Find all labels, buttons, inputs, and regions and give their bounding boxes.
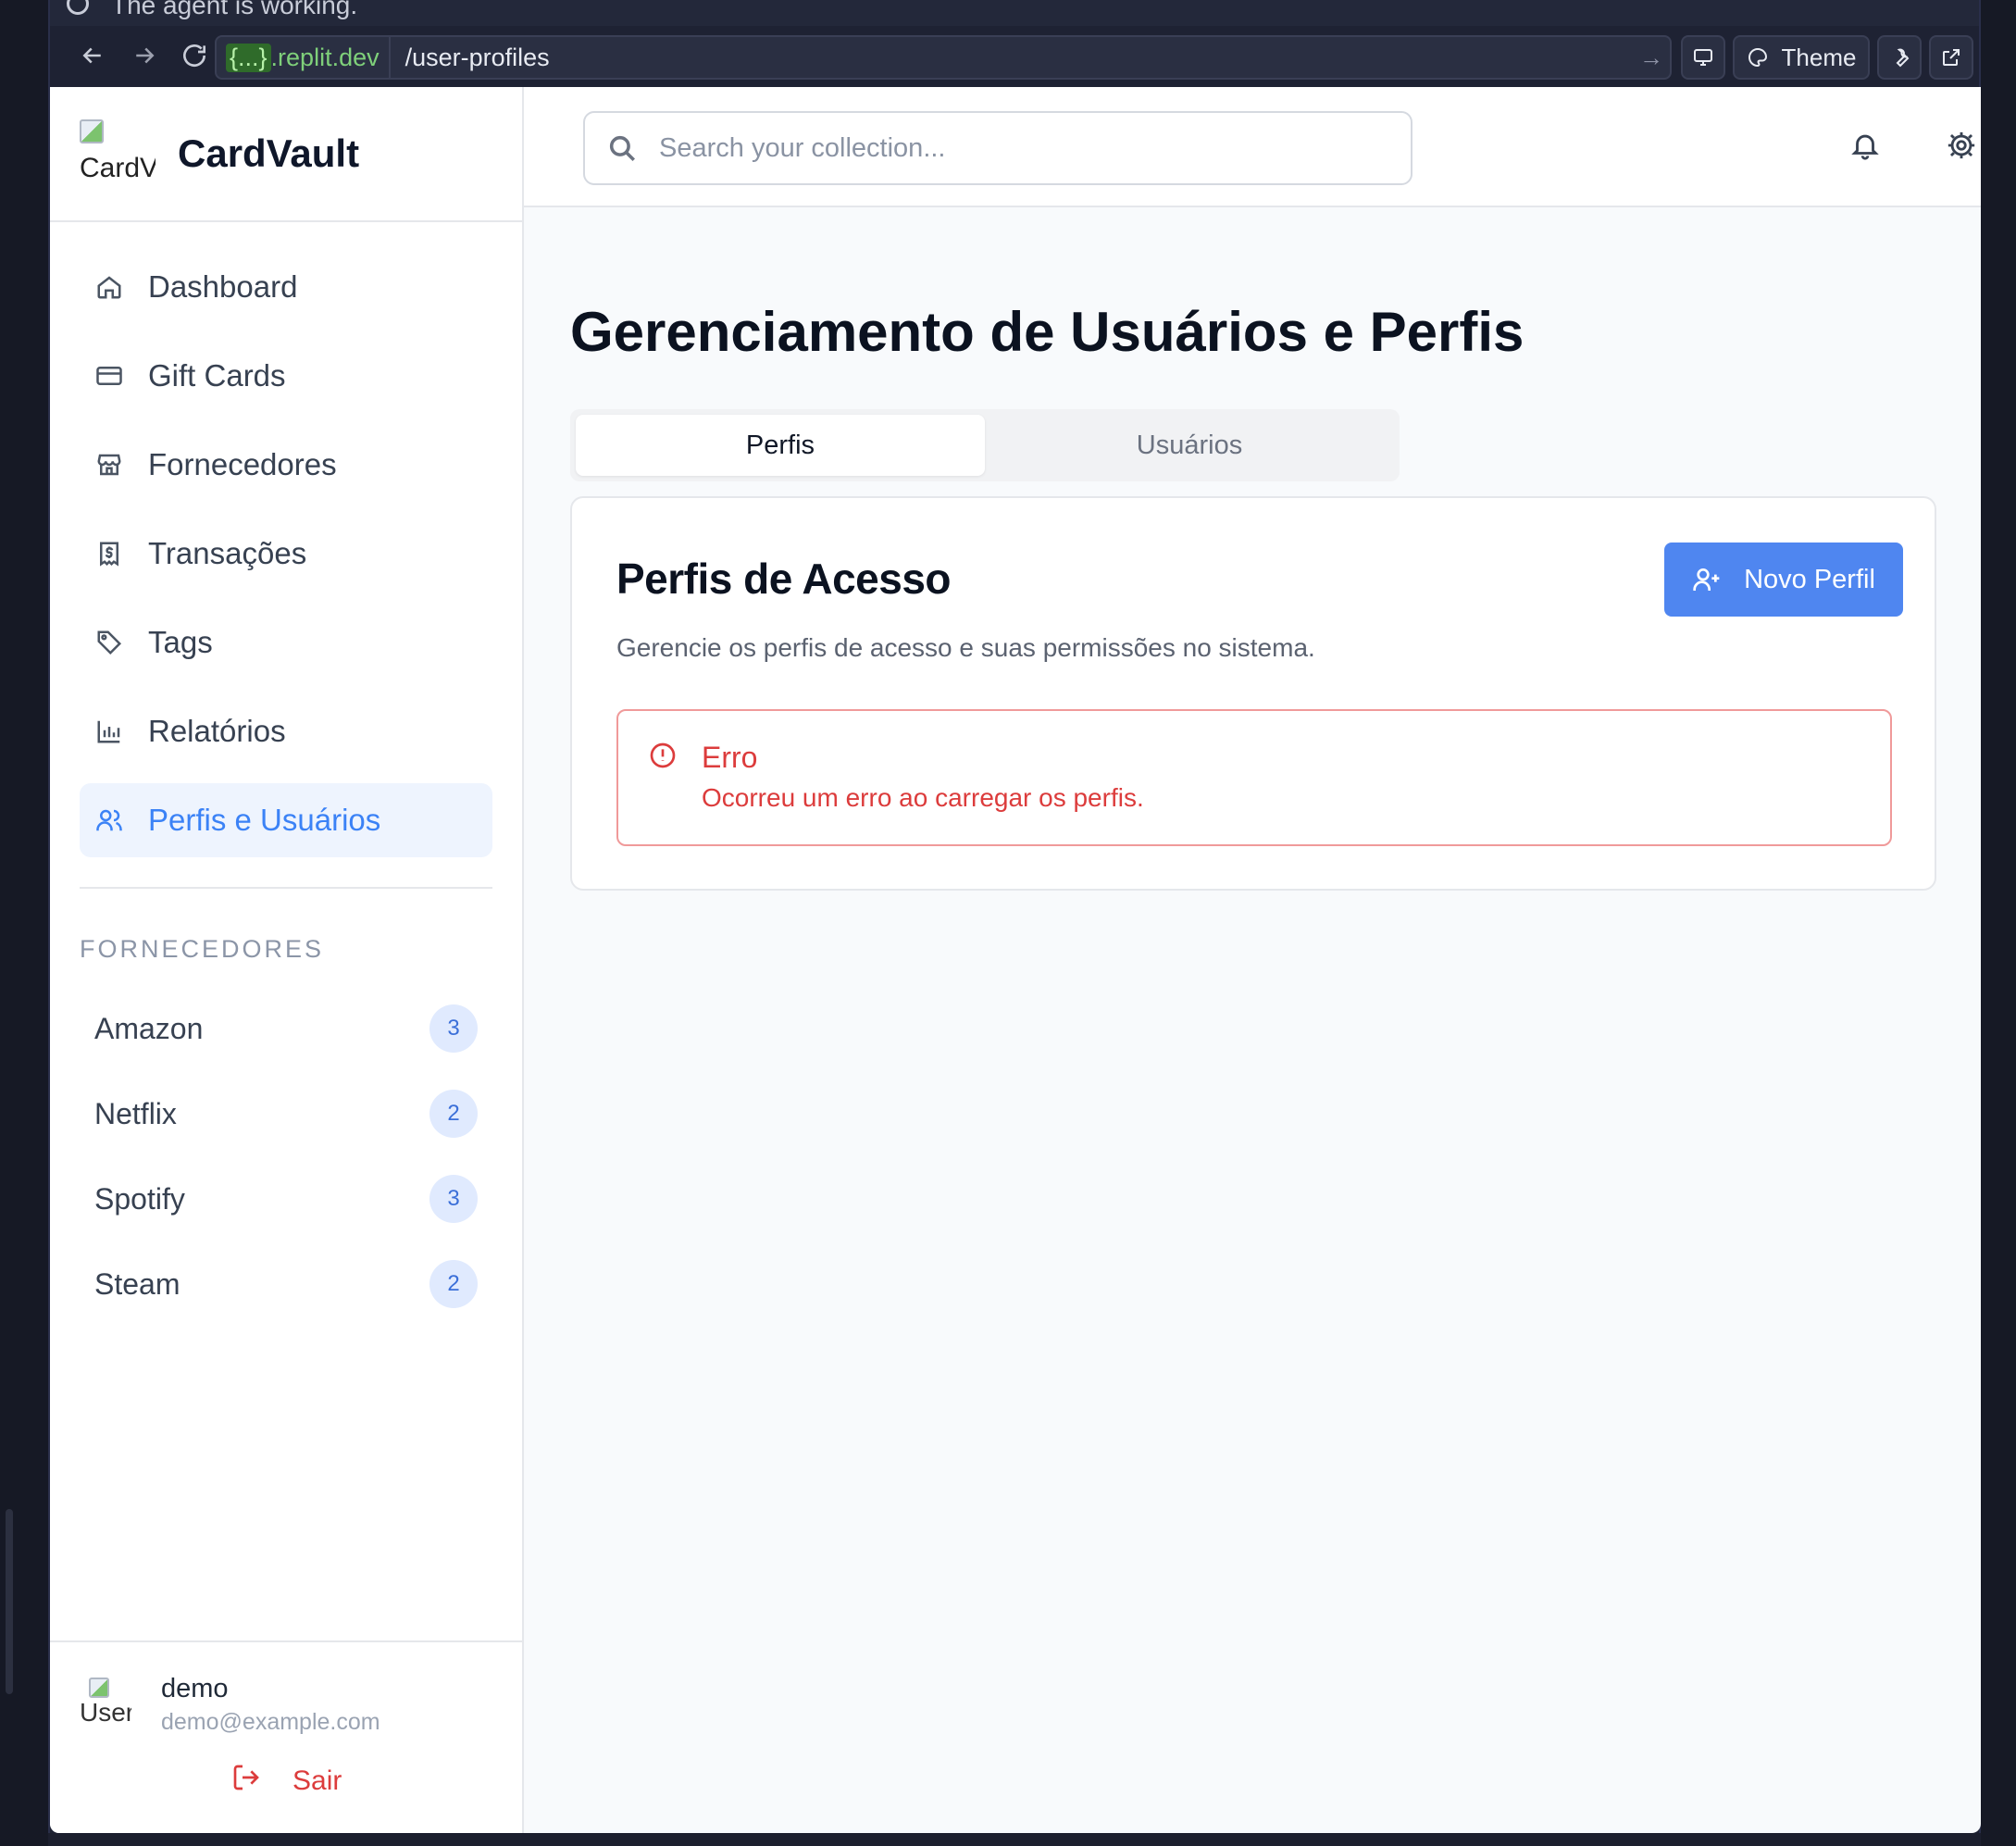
page-title: Gerenciamento de Usuários e Perfis	[570, 301, 1524, 363]
vendor-item-amazon[interactable]: Amazon 3	[80, 986, 492, 1071]
vendor-item-netflix[interactable]: Netflix 2	[80, 1071, 492, 1156]
monitor-icon	[1694, 49, 1712, 66]
wrench-icon	[1896, 48, 1910, 68]
external-link-icon	[1943, 49, 1960, 66]
sidebar: CardVault CardVault Dashboard Gift Cards…	[50, 87, 524, 1833]
brand-logo: CardVault	[80, 119, 156, 188]
reload-icon[interactable]	[176, 37, 213, 74]
vendor-count-badge: 2	[429, 1260, 478, 1308]
avatar: User	[80, 1678, 131, 1729]
vendor-item-steam[interactable]: Steam 2	[80, 1241, 492, 1327]
nav-label: Dashboard	[148, 269, 298, 304]
agent-status-text: The agent is working.	[111, 0, 358, 19]
tab-perfis[interactable]: Perfis	[576, 415, 985, 476]
card-title: Perfis de Acesso	[616, 555, 952, 603]
user-panel: User demo demo@example.com Sair	[50, 1640, 524, 1833]
vendor-item-spotify[interactable]: Spotify 3	[80, 1156, 492, 1241]
user-name: demo	[161, 1674, 229, 1703]
desktop-left-edge	[0, 0, 48, 1846]
vendor-count-badge: 3	[429, 1004, 478, 1053]
nav-label: Tags	[148, 625, 213, 659]
credit-card-icon	[94, 361, 124, 391]
profiles-card: Perfis de Acesso Gerencie os perfis de a…	[570, 496, 1936, 891]
vendor-name: Amazon	[94, 1011, 204, 1045]
vendor-name: Spotify	[94, 1181, 185, 1216]
notifications-bell-icon[interactable]	[1849, 130, 1881, 166]
url-toolbar: {...} .replit.dev /user-profiles → Theme	[50, 26, 1979, 87]
address-bar[interactable]: {...} .replit.dev /user-profiles →	[215, 35, 1672, 80]
brand-header: CardVault CardVault	[50, 87, 522, 222]
alert-message: Ocorreu um erro ao carregar os perfis.	[702, 783, 1144, 812]
back-icon[interactable]	[74, 37, 111, 74]
tab-usuarios[interactable]: Usuários	[985, 415, 1394, 476]
nav-item-relatorios[interactable]: Relatórios	[80, 694, 492, 768]
desktop-right-edge	[1981, 0, 2016, 1846]
card-description: Gerencie os perfis de acesso e suas perm…	[616, 633, 1315, 662]
address-host: {...} .replit.dev	[217, 37, 391, 78]
palette-icon	[1748, 47, 1767, 68]
search-icon	[585, 132, 659, 164]
broken-image-icon	[89, 1678, 109, 1698]
nav-label: Relatórios	[148, 714, 286, 748]
logout-label: Sair	[292, 1765, 342, 1796]
new-profile-button[interactable]: Novo Perfil	[1664, 543, 1903, 617]
broken-image-icon	[80, 119, 104, 143]
theme-label: Theme	[1781, 43, 1857, 71]
users-icon	[94, 805, 124, 835]
user-email: demo@example.com	[161, 1709, 380, 1735]
store-icon	[94, 450, 124, 480]
vendors-section-title: FORNECEDORES	[80, 935, 325, 963]
devtools-button[interactable]	[1877, 35, 1922, 80]
tabs: Perfis Usuários	[570, 409, 1400, 481]
brand-name[interactable]: CardVault	[178, 131, 359, 176]
home-icon	[94, 272, 124, 302]
settings-gear-icon[interactable]	[1946, 130, 1977, 166]
nav-item-gift-cards[interactable]: Gift Cards	[80, 339, 492, 413]
brand-logo-alt: CardVault	[80, 153, 156, 183]
nav-label: Fornecedores	[148, 447, 337, 481]
agent-status-bar: The agent is working.	[50, 0, 1979, 26]
theme-button[interactable]: Theme	[1733, 35, 1870, 80]
devices-button[interactable]	[1681, 35, 1725, 80]
logout-icon	[231, 1763, 261, 1800]
error-alert: Erro Ocorreu um erro ao carregar os perf…	[616, 709, 1892, 846]
spinner-icon	[67, 0, 89, 15]
vendor-name: Steam	[94, 1266, 180, 1301]
go-arrow-icon[interactable]: →	[1633, 44, 1670, 72]
search-input[interactable]	[659, 132, 1381, 164]
avatar-alt: User	[80, 1698, 131, 1727]
topbar	[524, 87, 1981, 207]
main-nav: Dashboard Gift Cards Fornecedores Transa…	[50, 222, 522, 857]
logout-button[interactable]: Sair	[231, 1763, 342, 1800]
nav-label: Perfis e Usuários	[148, 803, 381, 837]
nav-item-fornecedores[interactable]: Fornecedores	[80, 428, 492, 502]
vendor-count-badge: 3	[429, 1175, 478, 1223]
forward-icon[interactable]	[126, 37, 163, 74]
bar-chart-icon	[94, 717, 124, 746]
open-external-button[interactable]	[1929, 35, 1973, 80]
nav-item-perfis-usuarios[interactable]: Perfis e Usuários	[80, 783, 492, 857]
nav-item-transacoes[interactable]: Transações	[80, 517, 492, 591]
nav-item-dashboard[interactable]: Dashboard	[80, 250, 492, 324]
receipt-icon	[94, 539, 124, 568]
nav-item-tags[interactable]: Tags	[80, 605, 492, 680]
scrollbar[interactable]	[6, 1509, 13, 1694]
alert-circle-icon	[648, 741, 678, 775]
sidebar-divider	[80, 887, 492, 889]
tag-icon	[94, 628, 124, 657]
app-viewport: CardVault CardVault Dashboard Gift Cards…	[50, 87, 1981, 1833]
nav-label: Gift Cards	[148, 358, 286, 393]
alert-title: Erro	[702, 741, 758, 774]
new-profile-label: Novo Perfil	[1744, 564, 1875, 594]
user-plus-icon	[1692, 565, 1722, 594]
address-path: /user-profiles	[404, 43, 550, 71]
vendor-count-badge: 2	[429, 1090, 478, 1138]
nav-label: Transações	[148, 536, 307, 570]
search-box[interactable]	[583, 111, 1412, 185]
vendor-name: Netflix	[94, 1096, 177, 1130]
